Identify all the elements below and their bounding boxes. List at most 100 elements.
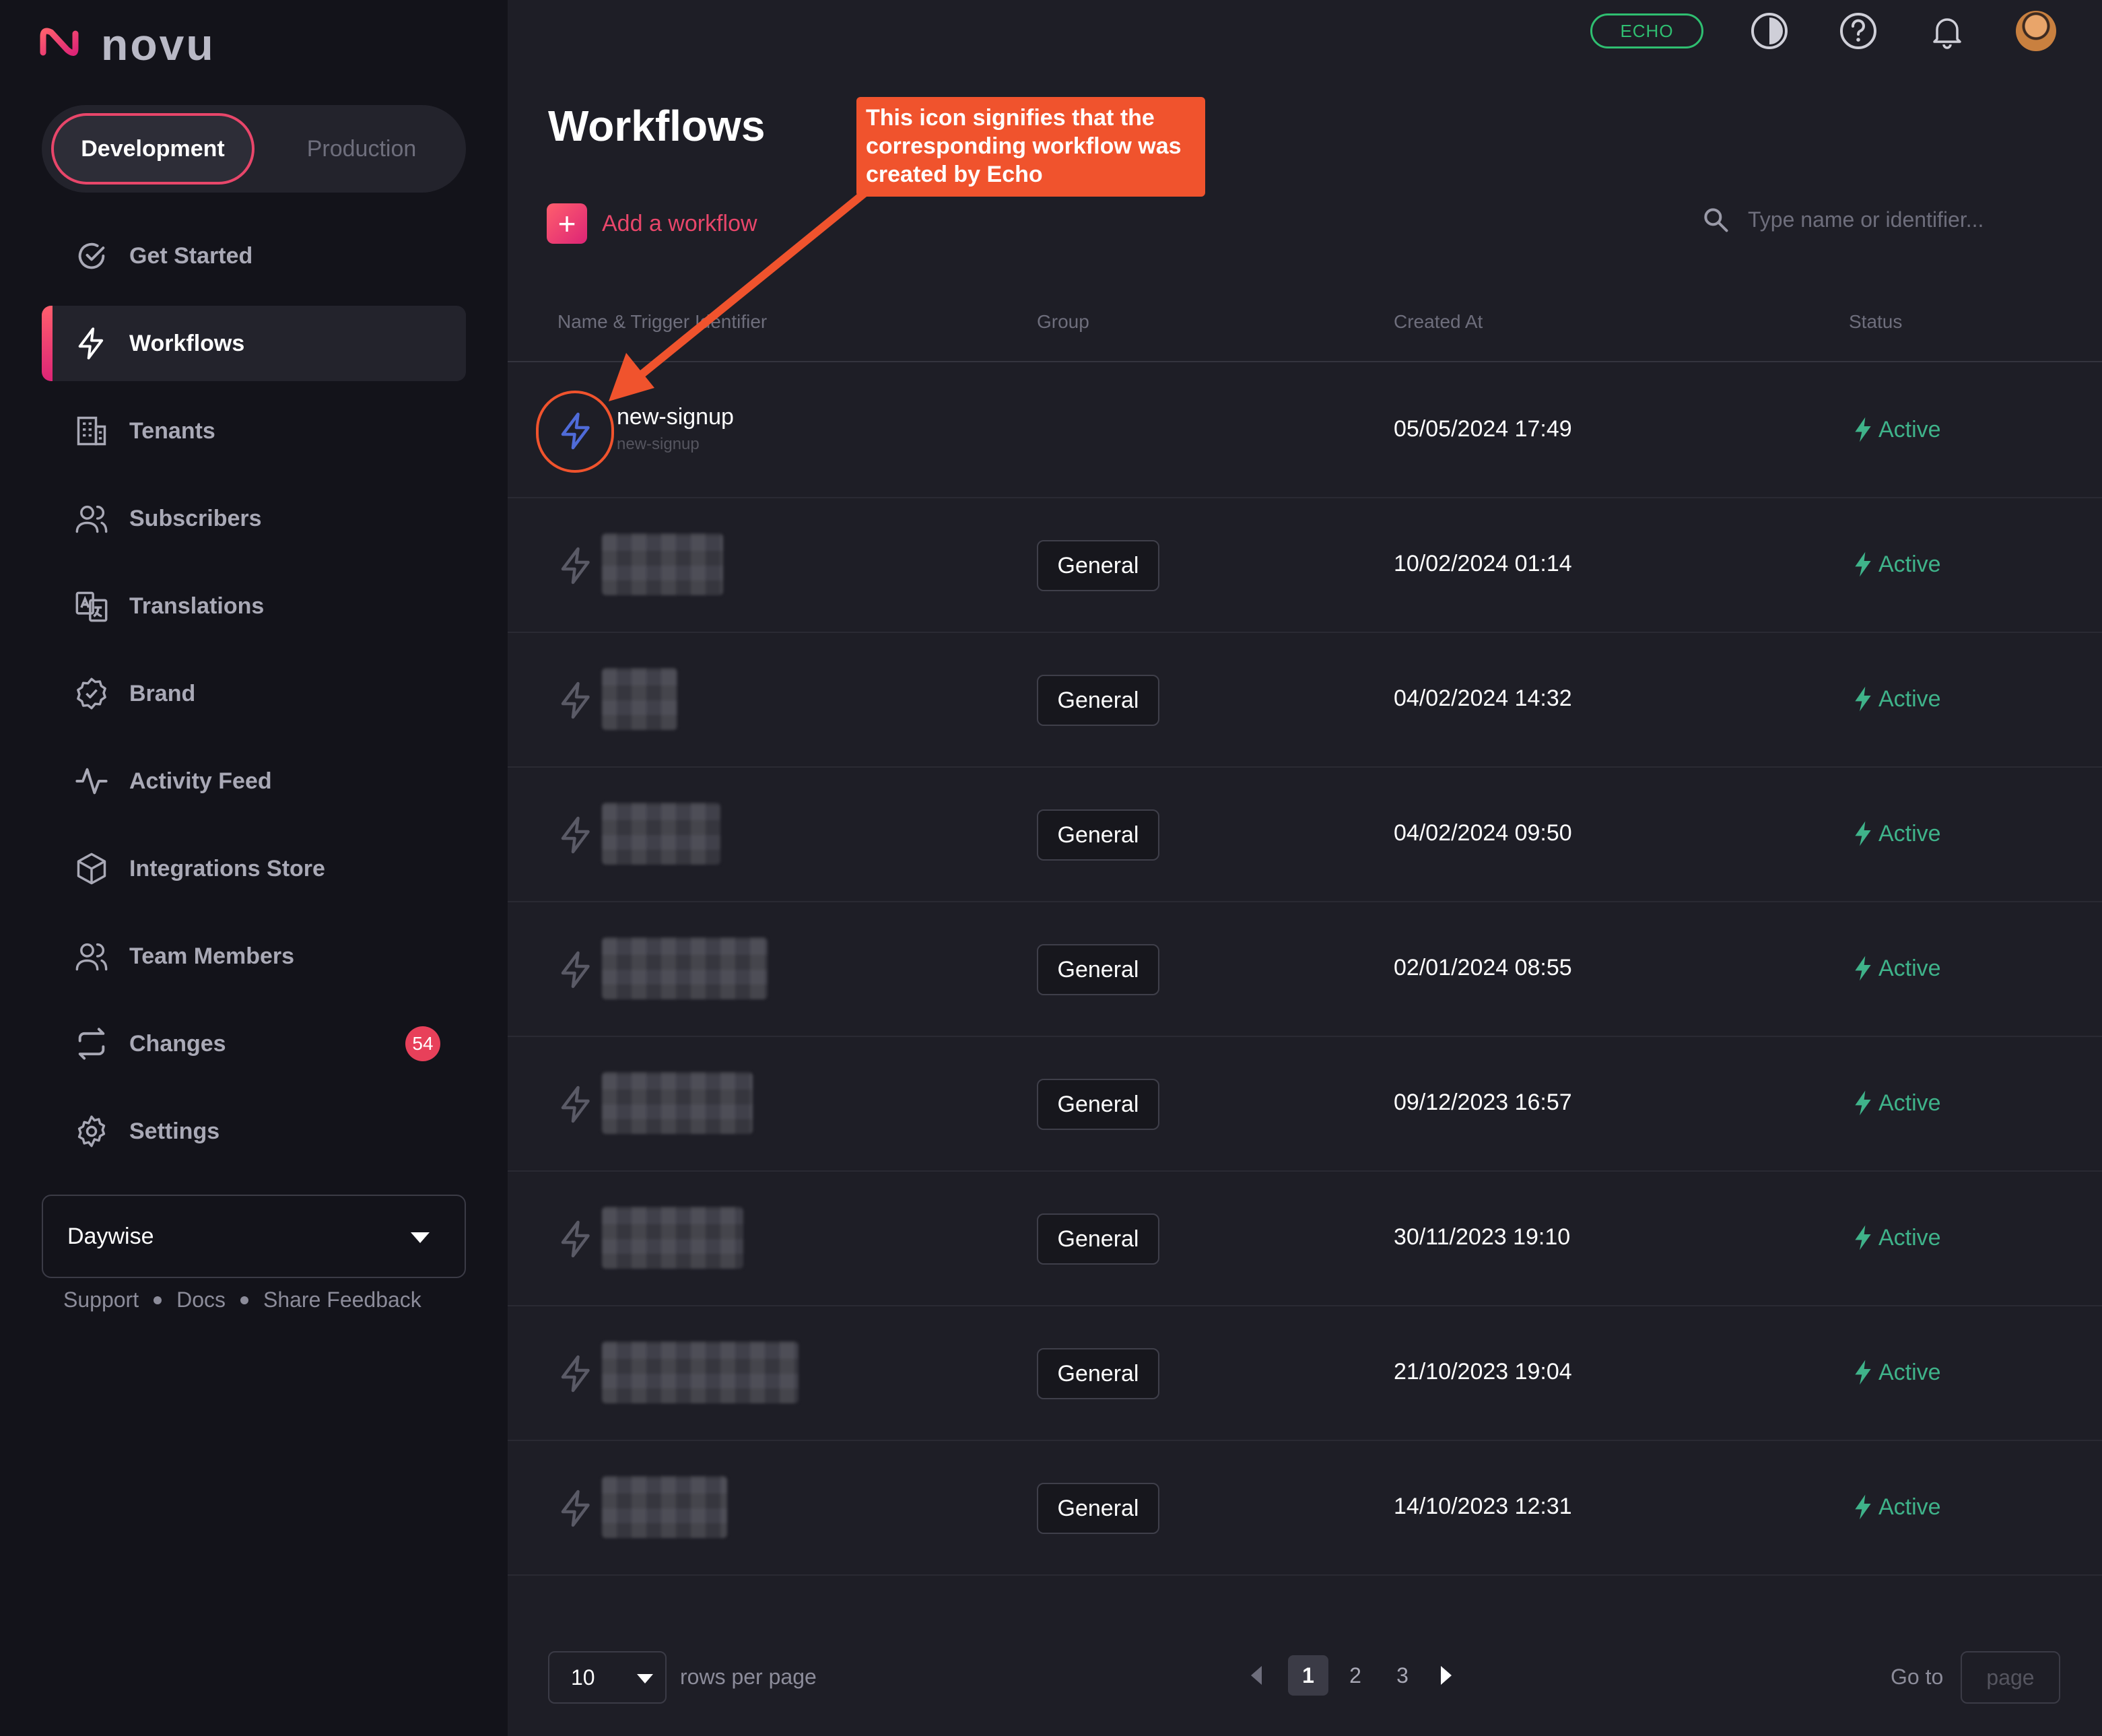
rows-per-page-value: 10 (571, 1665, 595, 1690)
table-row[interactable]: General 04/02/2024 09:50 Active (508, 768, 2102, 902)
sidebar-item-integrations-store[interactable]: Integrations Store (42, 831, 466, 906)
avatar[interactable] (2016, 11, 2056, 51)
group-chip: General (1037, 1348, 1159, 1399)
sidebar-item-brand[interactable]: Brand (42, 656, 466, 731)
group-chip: General (1037, 1213, 1159, 1265)
sidebar-item-label: Integrations Store (129, 855, 325, 881)
column-header-group: Group (1037, 311, 1089, 332)
status-badge: Active (1853, 1359, 1941, 1386)
table-row[interactable]: General 21/10/2023 19:04 Active (508, 1306, 2102, 1441)
sidebar-item-subscribers[interactable]: Subscribers (42, 481, 466, 556)
created-at: 10/02/2024 01:14 (1394, 551, 1572, 576)
sidebar: novu Development Production Get Started … (0, 0, 508, 1736)
add-workflow-label: Add a workflow (602, 210, 757, 236)
status-badge: Active (1853, 416, 1941, 443)
goto-page-input[interactable] (1961, 1651, 2060, 1704)
box-icon (77, 853, 106, 885)
novu-logo[interactable]: novu (38, 19, 215, 70)
status-bolt-icon (1855, 686, 1871, 712)
sidebar-item-changes[interactable]: Changes 54 (42, 1006, 466, 1081)
created-at: 04/02/2024 14:32 (1394, 686, 1572, 711)
group-chip: General (1037, 944, 1159, 995)
bolt-icon (561, 1220, 590, 1258)
share-feedback-link[interactable]: Share Feedback (263, 1288, 421, 1312)
status-label: Active (1878, 955, 1941, 981)
sidebar-item-translations[interactable]: Translations (42, 568, 466, 644)
sidebar-item-label: Activity Feed (129, 768, 272, 794)
organization-select[interactable]: Daywise (42, 1195, 466, 1278)
rows-per-page-select[interactable]: 10 (548, 1651, 667, 1704)
sidebar-item-settings[interactable]: Settings (42, 1094, 466, 1169)
help-icon[interactable] (1838, 11, 1878, 51)
redacted-name (602, 668, 677, 730)
table-row[interactable]: General 14/10/2023 12:31 Active (508, 1441, 2102, 1576)
chevron-down-icon (411, 1232, 430, 1243)
status-badge: Active (1853, 551, 1941, 578)
sidebar-item-activity-feed[interactable]: Activity Feed (42, 743, 466, 819)
sidebar-item-tenants[interactable]: Tenants (42, 393, 466, 469)
bell-icon[interactable] (1927, 11, 1967, 51)
bolt-icon (561, 816, 590, 854)
redacted-name (602, 803, 720, 865)
table-row[interactable]: General 10/02/2024 01:14 Active (508, 498, 2102, 633)
gear-icon (77, 1115, 106, 1147)
status-badge: Active (1853, 686, 1941, 712)
group-chip: General (1037, 1079, 1159, 1130)
sidebar-item-workflows[interactable]: Workflows (42, 306, 466, 381)
docs-link[interactable]: Docs (176, 1288, 226, 1312)
table-row[interactable]: General 30/11/2023 19:10 Active (508, 1172, 2102, 1306)
workflow-name: new-signup (617, 404, 734, 430)
table-row[interactable]: General 09/12/2023 16:57 Active (508, 1037, 2102, 1172)
annotation-highlight-ring (536, 391, 614, 473)
created-at: 21/10/2023 19:04 (1394, 1359, 1572, 1384)
column-header-created-at: Created At (1394, 311, 1483, 332)
page-button-2[interactable]: 2 (1335, 1655, 1376, 1696)
status-badge: Active (1853, 955, 1941, 982)
page-button-3[interactable]: 3 (1382, 1655, 1423, 1696)
table-row[interactable]: new-signup new-signup 05/05/2024 17:49 A… (508, 364, 2102, 498)
activity-icon (75, 768, 108, 795)
status-label: Active (1878, 820, 1941, 846)
search-input[interactable] (1748, 207, 2031, 232)
building-icon (77, 416, 106, 446)
column-header-name: Name & Trigger Identifier (557, 311, 768, 332)
brand-name: novu (101, 20, 215, 69)
group-chip: General (1037, 1483, 1159, 1534)
status-label: Active (1878, 1359, 1941, 1385)
created-at: 09/12/2023 16:57 (1394, 1090, 1572, 1115)
footer-links: Support Docs Share Feedback (63, 1288, 421, 1312)
chevron-down-icon (637, 1674, 653, 1683)
group-chip: General (1037, 809, 1159, 861)
env-development-button[interactable]: Development (51, 113, 255, 185)
created-at: 04/02/2024 09:50 (1394, 820, 1572, 846)
sidebar-item-get-started[interactable]: Get Started (42, 218, 466, 294)
redacted-name (602, 1341, 799, 1403)
add-workflow-button[interactable]: + Add a workflow (547, 203, 757, 244)
status-bolt-icon (1855, 956, 1871, 981)
sidebar-item-label: Team Members (129, 943, 295, 969)
table-row[interactable]: General 02/01/2024 08:55 Active (508, 902, 2102, 1037)
status-label: Active (1878, 1494, 1941, 1520)
users-icon (75, 943, 108, 971)
theme-toggle-icon[interactable] (1749, 11, 1790, 51)
status-bolt-icon (1855, 1494, 1871, 1520)
status-bolt-icon (1855, 417, 1871, 442)
prev-page-icon[interactable] (1251, 1666, 1262, 1685)
support-link[interactable]: Support (63, 1288, 139, 1312)
sidebar-item-label: Tenants (129, 418, 215, 444)
sidebar-item-label: Translations (129, 593, 265, 619)
sidebar-item-label: Workflows (129, 330, 245, 356)
next-page-icon[interactable] (1441, 1666, 1452, 1685)
sidebar-item-label: Changes (129, 1030, 226, 1057)
created-at: 02/01/2024 08:55 (1394, 955, 1572, 980)
page-button-1[interactable]: 1 (1288, 1655, 1328, 1696)
env-production-button[interactable]: Production (264, 113, 459, 185)
goto-label: Go to (1891, 1665, 1944, 1689)
sidebar-item-team-members[interactable]: Team Members (42, 919, 466, 994)
annotation-callout: This icon signifies that the correspondi… (856, 97, 1205, 197)
header-divider (508, 361, 2102, 362)
echo-badge[interactable]: ECHO (1590, 13, 1703, 48)
table-row[interactable]: General 04/02/2024 14:32 Active (508, 633, 2102, 768)
sidebar-item-label: Get Started (129, 242, 253, 269)
status-label: Active (1878, 1090, 1941, 1116)
